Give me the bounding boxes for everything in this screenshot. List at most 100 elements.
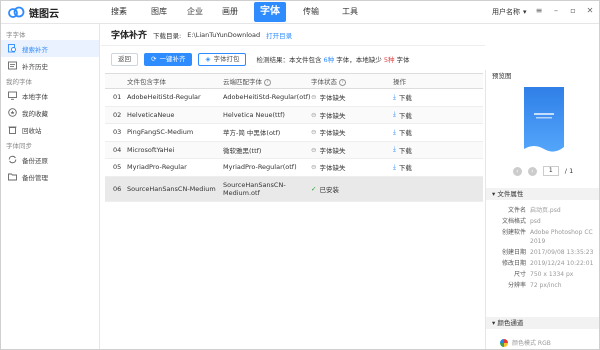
user-menu[interactable]: 用户名称 ▾ [492, 0, 527, 24]
download-dir-path: E:\LianTuYunDownload [187, 30, 261, 39]
sidebar-item-recycle-bin[interactable]: 回收站 [0, 121, 99, 138]
file-font-name: HelveticaNeue [127, 106, 223, 124]
app-logo[interactable]: 链图云 [8, 4, 59, 20]
stats-prefix: 检测结果：本文件包含 [256, 56, 322, 64]
color-channel-header[interactable]: ▾ 颜色通道 [486, 317, 600, 329]
minus-circle-icon: ⊖ [311, 128, 317, 137]
operation-cell: ⤓ 下载 [393, 123, 483, 142]
prev-page-icon[interactable]: ‹ [512, 166, 522, 176]
download-button[interactable]: ⤓ 下载 [393, 145, 483, 155]
table-header-row: 文件包含字体 云端匹配字体? 字体状态? 操作 [105, 73, 483, 89]
minimize-icon[interactable]: – [552, 6, 560, 16]
help-icon[interactable]: ? [339, 78, 346, 86]
file-font-name: PingFangSC-Medium [127, 123, 223, 142]
col-operation: 操作 [393, 73, 483, 89]
download-button[interactable]: ⤓ 下载 [393, 127, 483, 138]
close-icon[interactable]: ✕ [586, 6, 594, 16]
pack-fonts-button[interactable]: ◈ 字体打包 [198, 52, 247, 66]
prop-value: 72 px/inch [530, 282, 562, 289]
stats-missing: 5种 [383, 56, 395, 64]
minus-circle-icon: ⊖ [311, 145, 317, 154]
sidebar-section-title: 我的字体 [6, 78, 32, 86]
table-row[interactable]: 04 MicrosoftYaHei 微软雅黑(ttf) ⊖ 字体缺失 ⤓ 下载 [105, 141, 483, 159]
sidebar-item-search-fill[interactable]: 搜索补齐 [0, 40, 99, 57]
download-icon: ⤓ [393, 162, 396, 171]
app-name: 链图云 [29, 8, 59, 20]
nav-tools[interactable]: 工具 [336, 0, 364, 24]
cloud-match-font: 苹方-简 中黑体(otf) [223, 123, 311, 142]
col-cloud-match-label: 云端匹配字体 [223, 78, 262, 86]
one-click-fill-button[interactable]: ⟳ 一键补齐 [144, 52, 193, 66]
download-button[interactable]: ⤓ 下载 [393, 110, 483, 120]
help-icon[interactable]: ? [264, 78, 271, 86]
fill-icon: ⟳ [151, 54, 157, 63]
font-table: 文件包含字体 云端匹配字体? 字体状态? 操作 01 AdobeHeitiStd… [105, 73, 483, 202]
file-font-name: SourceHanSansCN-Medium [127, 176, 223, 202]
prop-value: 2017/09/08 13:35:23 [530, 249, 594, 256]
col-number [105, 73, 127, 89]
page-total: / 1 [564, 167, 574, 175]
preview-title: 预览图 [492, 72, 512, 80]
prop-row: 文件名 启动页.psd [486, 206, 600, 215]
sidebar-item-label: 备份还原 [22, 156, 48, 165]
font-status-cell: ⊖ 字体缺失 [311, 158, 393, 177]
prop-value: 2019/12/24 10:22:01 [530, 260, 594, 267]
prop-row: 文档格式 psd [486, 217, 600, 226]
font-status: 字体缺失 [319, 94, 346, 103]
preview-panel: 预览图 ‹ › 1 / 1 ▾ 文件属性 文件名 启动页.psd 文档格式 ps… [485, 70, 600, 350]
nav-album[interactable]: 画册 [206, 0, 254, 24]
prop-key: 修改日期 [501, 260, 526, 267]
color-mode-row: 颜色模式 RGB [500, 338, 551, 347]
cloud-match-font: 微软雅黑(ttf) [223, 141, 311, 159]
page-header: 字体补齐 下载目录: E:\LianTuYunDownload 打开目录 [101, 24, 485, 46]
sidebar-item-fill-history[interactable]: 补齐历史 [0, 57, 99, 74]
file-properties-header[interactable]: ▾ 文件属性 [486, 188, 600, 200]
prop-value: 启动页.psd [530, 207, 561, 214]
sidebar-item-local-fonts[interactable]: 本地字体 [0, 87, 99, 104]
prop-row: 修改日期 2019/12/24 10:22:01 [486, 259, 600, 268]
settings-icon[interactable]: ≡ [535, 6, 543, 16]
download-icon: ⤓ [393, 110, 396, 119]
cloud-match-font: MyriadPro-Regular(otf) [223, 158, 311, 177]
page-input[interactable]: 1 [542, 166, 559, 176]
table-row[interactable]: 05 MyriadPro-Regular MyriadPro-Regular(o… [105, 158, 483, 177]
operation-cell: ⤓ 下载 [393, 141, 483, 159]
table-row[interactable]: 01 AdobeHeitiStd-Regular AdobeHeitiStd-R… [105, 88, 483, 107]
sidebar-item-backup-restore[interactable]: 备份还原 [0, 151, 99, 168]
sidebar-item-backup-manage[interactable]: 备份管理 [0, 168, 99, 185]
col-cloud-match: 云端匹配字体? [223, 73, 311, 89]
preview-pager: ‹ › 1 / 1 [486, 164, 600, 178]
search-file-icon [8, 44, 17, 53]
table-row[interactable]: 02 HelveticaNeue Helvetica Neue(ttf) ⊖ 字体… [105, 106, 483, 124]
table-row[interactable]: 03 PingFangSC-Medium 苹方-简 中黑体(otf) ⊖ 字体缺失… [105, 123, 483, 142]
download-button[interactable]: ⤓ 下载 [393, 162, 483, 173]
download-button[interactable]: ⤓ 下载 [393, 92, 483, 103]
file-properties-title: 文件属性 [497, 190, 524, 198]
maximize-icon[interactable]: ▫ [569, 6, 577, 16]
nav-fonts[interactable]: 字体 [254, 2, 286, 22]
next-page-icon[interactable]: › [527, 166, 537, 176]
nav-gallery[interactable]: 图库 [134, 0, 184, 24]
font-status-cell: ⊖ 字体缺失 [311, 123, 393, 142]
preview-thumbnail[interactable] [524, 87, 564, 169]
stats-total: 6种 [323, 56, 335, 64]
prop-value: Adobe Photoshop CC 2019 [530, 229, 593, 245]
page-total-value: 1 [569, 167, 574, 175]
file-font-name: MicrosoftYaHei [127, 141, 223, 159]
sidebar-item-favorites[interactable]: 我的收藏 [0, 104, 99, 121]
nav-enterprise[interactable]: 企业 [184, 0, 206, 24]
operation-cell: ⤓ 下载 [393, 106, 483, 124]
nav-transfer[interactable]: 传输 [286, 0, 336, 24]
operation-cell: ⤓ 下载 [393, 158, 483, 177]
nav-search[interactable]: 搜素 [104, 0, 134, 24]
open-directory-link[interactable]: 打开目录 [266, 30, 292, 40]
sidebar-section-title: 字体同步 [6, 142, 32, 150]
sidebar-item-label: 本地字体 [22, 92, 48, 101]
font-status: 已安装 [319, 185, 339, 194]
table-row-selected[interactable]: 06 SourceHanSansCN-Medium SourceHanSansC… [105, 176, 483, 202]
back-button[interactable]: 返回 [111, 52, 138, 66]
download-icon: ⤓ [393, 92, 396, 101]
font-status-cell: ✓ 已安装 [311, 176, 393, 202]
col-file-font: 文件包含字体 [127, 73, 223, 89]
sync-icon [8, 155, 17, 164]
